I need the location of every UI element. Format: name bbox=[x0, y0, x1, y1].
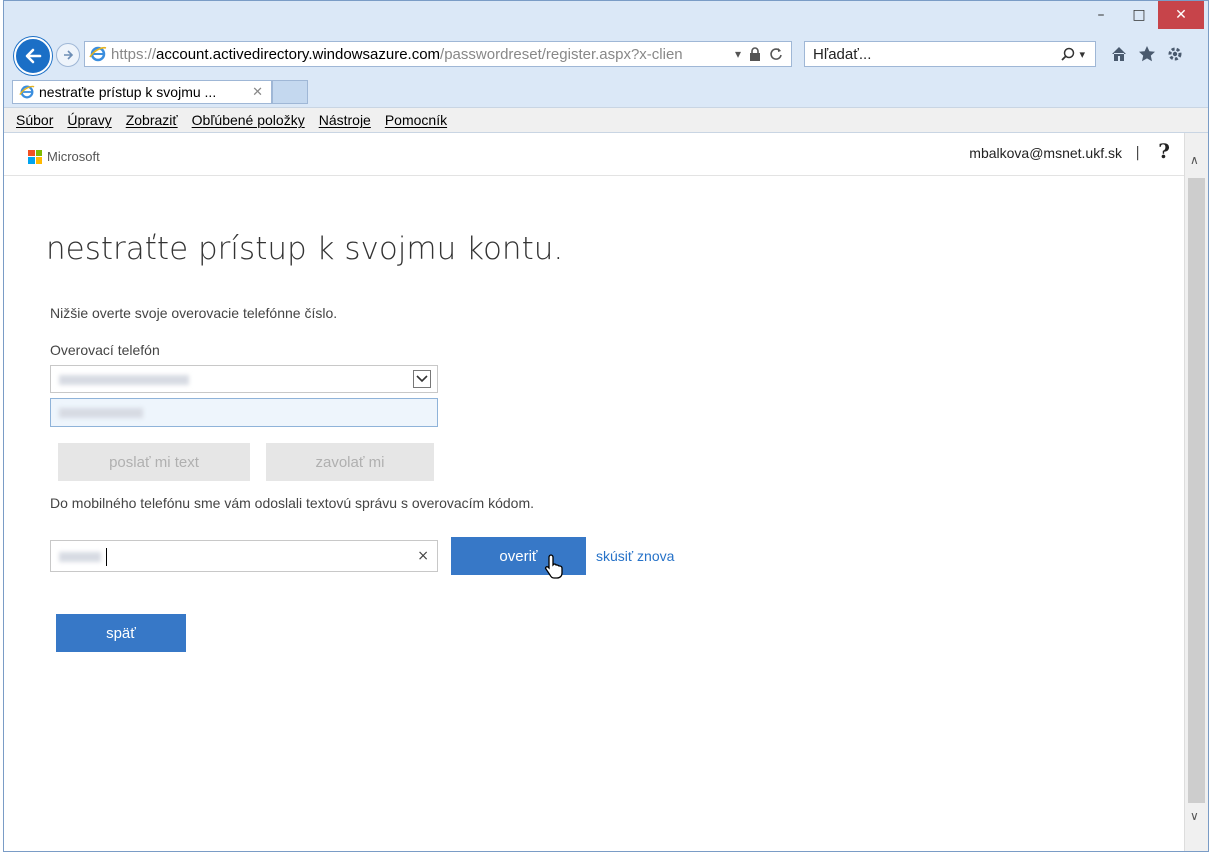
url-scheme: https:// bbox=[111, 45, 157, 63]
chevron-down-icon[interactable] bbox=[413, 370, 431, 388]
dropdown-arrow-icon[interactable]: ▾ bbox=[735, 47, 741, 61]
arrow-right-icon bbox=[64, 50, 74, 60]
microsoft-logo-icon bbox=[28, 149, 42, 164]
brand-name: Microsoft bbox=[47, 149, 100, 164]
minimize-button[interactable]: – bbox=[1082, 1, 1120, 29]
maximize-button[interactable]: □ bbox=[1120, 1, 1158, 29]
back-page-button[interactable]: späť bbox=[56, 614, 186, 652]
menu-item-help[interactable]: Pomocník bbox=[385, 112, 447, 128]
page-title: nestraťte prístup k svojmu kontu. bbox=[46, 231, 564, 267]
scroll-up-icon[interactable]: ∧ bbox=[1190, 153, 1199, 167]
ie-tab-icon bbox=[19, 85, 35, 99]
navigation-bar: https://account.activedirectory.windowsa… bbox=[4, 35, 1208, 75]
menu-bar: Súbor Úpravy Zobraziť Obľúbené položky N… bbox=[4, 107, 1208, 133]
menu-item-file[interactable]: Súbor bbox=[16, 112, 53, 128]
phone-number-input[interactable] bbox=[50, 398, 438, 427]
scrollbar-thumb[interactable] bbox=[1188, 178, 1205, 803]
phone-label: Overovací telefón bbox=[50, 342, 160, 358]
tab-close-icon[interactable]: ✕ bbox=[252, 84, 263, 100]
help-button[interactable]: ? bbox=[1158, 139, 1170, 163]
verification-code-input[interactable]: × bbox=[50, 540, 438, 572]
new-tab-button[interactable] bbox=[272, 80, 308, 104]
tab-current[interactable]: nestraťte prístup k svojmu ... ✕ bbox=[12, 80, 272, 104]
country-code-select[interactable] bbox=[50, 365, 438, 393]
menu-item-edit[interactable]: Úpravy bbox=[67, 112, 111, 128]
tab-title: nestraťte prístup k svojmu ... bbox=[39, 84, 217, 100]
search-button[interactable]: ▾ bbox=[1061, 47, 1085, 61]
forward-button[interactable] bbox=[56, 43, 80, 67]
page-content: Microsoft mbalkova@msnet.ukf.sk | ? nest… bbox=[4, 133, 1184, 851]
text-caret bbox=[106, 548, 107, 566]
browser-tool-icons bbox=[1110, 45, 1184, 63]
send-text-button[interactable]: poslať mi text bbox=[58, 443, 250, 481]
favorites-star-icon[interactable] bbox=[1138, 45, 1156, 63]
lock-icon[interactable] bbox=[749, 47, 761, 61]
address-url[interactable]: https://account.activedirectory.windowsa… bbox=[111, 46, 727, 63]
vertical-scrollbar[interactable]: ∧ ∨ bbox=[1184, 133, 1208, 851]
sms-sent-message: Do mobilného telefónu sme vám odoslali t… bbox=[50, 495, 535, 511]
page-header: Microsoft mbalkova@msnet.ukf.sk | ? bbox=[4, 133, 1184, 176]
arrow-left-icon bbox=[25, 48, 42, 64]
redacted-code-value bbox=[59, 552, 101, 562]
signed-in-user[interactable]: mbalkova@msnet.ukf.sk bbox=[969, 145, 1122, 161]
header-separator: | bbox=[1135, 145, 1140, 161]
browser-chrome: – □ ✕ https://account.activedirectory.wi… bbox=[4, 1, 1208, 133]
url-host: account.activedirectory.windowsazure.com bbox=[156, 45, 441, 63]
back-button[interactable] bbox=[14, 37, 52, 75]
scroll-down-icon[interactable]: ∨ bbox=[1190, 809, 1199, 823]
menu-item-view[interactable]: Zobraziť bbox=[126, 112, 178, 128]
hand-cursor-icon bbox=[544, 554, 563, 579]
window-caption-buttons: – □ ✕ bbox=[1082, 1, 1204, 29]
search-icon bbox=[1061, 47, 1075, 61]
address-controls: ▾ bbox=[727, 47, 791, 61]
search-box[interactable]: Hľadať... ▾ bbox=[804, 41, 1096, 67]
home-icon[interactable] bbox=[1110, 45, 1128, 63]
close-window-button[interactable]: ✕ bbox=[1158, 1, 1204, 29]
ie-page-icon bbox=[89, 46, 107, 62]
url-path: /passwordreset/register.aspx?x-clien bbox=[440, 45, 683, 63]
redacted-phone-value bbox=[59, 408, 143, 418]
redacted-country-value bbox=[59, 375, 189, 385]
address-bar[interactable]: https://account.activedirectory.windowsa… bbox=[84, 41, 792, 67]
microsoft-logo: Microsoft bbox=[28, 149, 100, 164]
search-placeholder: Hľadať... bbox=[813, 45, 872, 63]
call-me-button[interactable]: zavolať mi bbox=[266, 443, 434, 481]
menu-item-favorites[interactable]: Obľúbené položky bbox=[192, 112, 305, 128]
gear-icon[interactable] bbox=[1166, 45, 1184, 63]
browser-window: – □ ✕ https://account.activedirectory.wi… bbox=[3, 0, 1209, 852]
menu-item-tools[interactable]: Nástroje bbox=[319, 112, 371, 128]
retry-link[interactable]: skúsiť znova bbox=[596, 548, 674, 564]
clear-icon[interactable]: × bbox=[417, 548, 429, 564]
search-dropdown-icon: ▾ bbox=[1079, 48, 1085, 61]
instruction-text: Nižšie overte svoje overovacie telefónne… bbox=[50, 305, 338, 321]
refresh-icon[interactable] bbox=[769, 47, 783, 61]
